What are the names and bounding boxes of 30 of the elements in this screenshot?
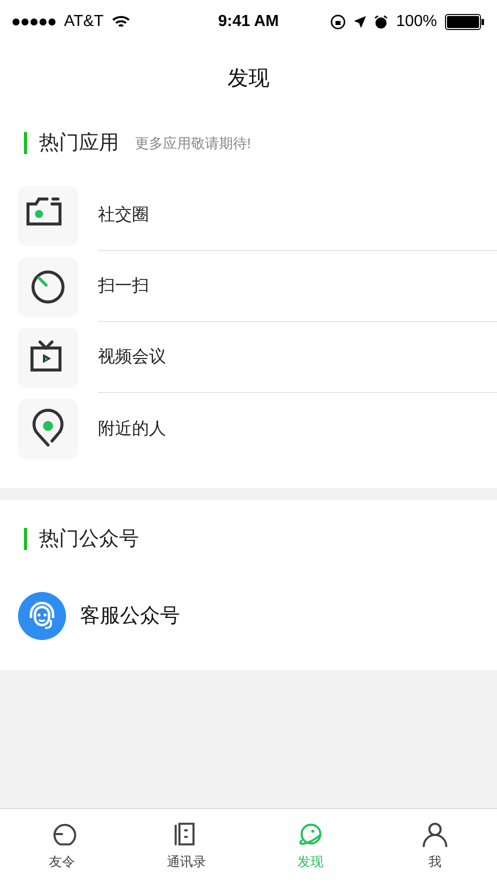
person-icon <box>420 820 450 850</box>
location-arrow-icon <box>354 16 366 28</box>
section-title: 热门应用 <box>39 131 119 156</box>
accent-bar <box>24 132 27 154</box>
app-list-item[interactable]: 附近的人 <box>0 393 497 464</box>
battery-icon <box>445 14 486 30</box>
tab-bar-item[interactable]: 我 <box>372 809 497 883</box>
clock: 9:41 AM <box>218 12 279 32</box>
app-label: 扫一扫 <box>98 275 149 298</box>
section-title: 热门公众号 <box>39 527 139 552</box>
alarm-icon <box>374 15 388 29</box>
account-label: 客服公众号 <box>80 604 180 629</box>
app-label: 附近的人 <box>98 418 166 440</box>
signal-icon <box>12 18 56 26</box>
app-list-item[interactable]: 社交圈 <box>0 180 497 251</box>
wifi-icon <box>112 15 130 29</box>
app-label: 社交圈 <box>98 204 149 226</box>
accent-bar <box>24 528 27 550</box>
section-subtitle: 更多应用敬请期待! <box>135 134 251 152</box>
tab-bar-item[interactable]: 通讯录 <box>124 809 248 883</box>
app-list-item[interactable]: 扫一扫 <box>0 251 497 322</box>
tab-bar-item[interactable]: 友令 <box>0 809 124 883</box>
carrier: AT&T <box>64 12 104 32</box>
account-list-item[interactable]: 客服公众号 <box>0 586 497 646</box>
rotation-lock-icon <box>330 14 346 30</box>
app-list-item[interactable]: 视频会议 <box>0 322 497 393</box>
headset-avatar-icon <box>18 592 66 640</box>
app-label: 视频会议 <box>98 346 166 368</box>
page-title: 发现 <box>228 66 270 92</box>
battery-percent: 100% <box>396 12 438 32</box>
